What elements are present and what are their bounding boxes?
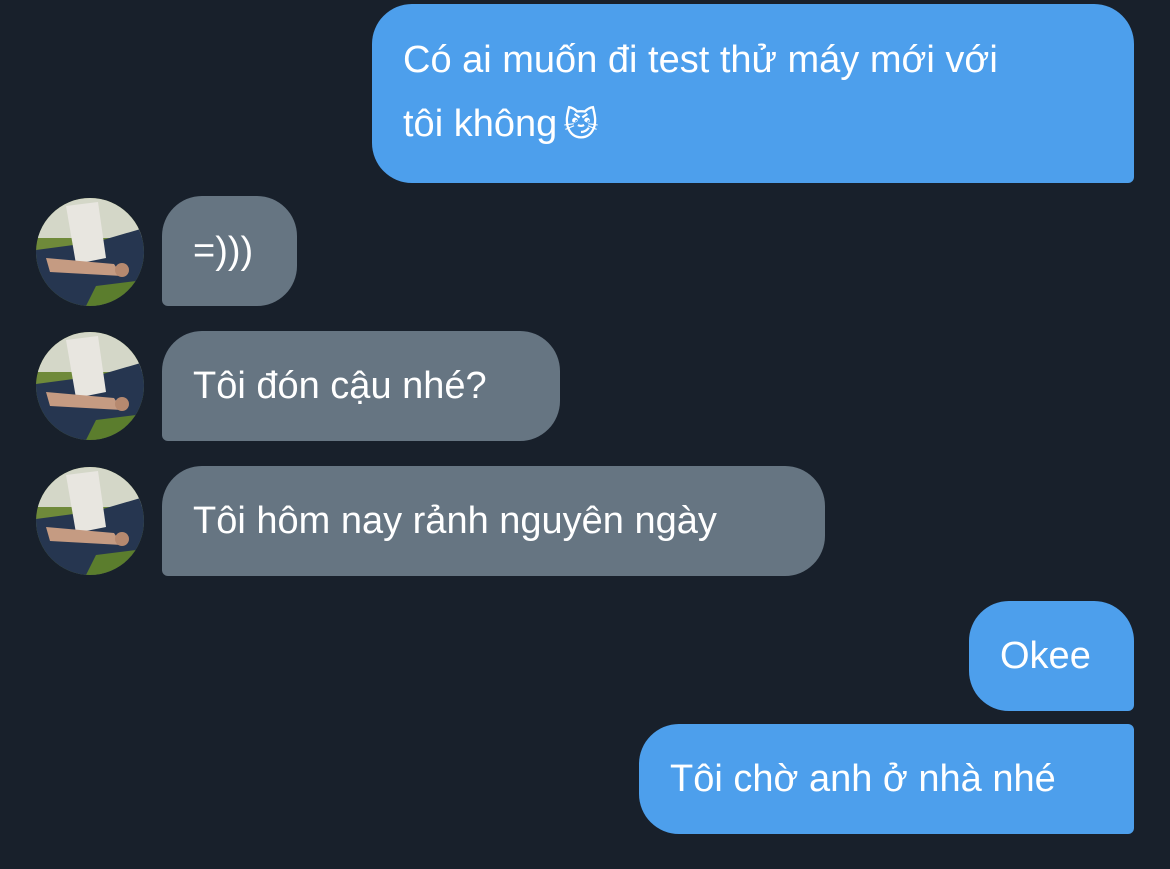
contact-avatar[interactable] [36,198,144,306]
message-text: Tôi đón cậu nhé? [193,365,487,407]
message-text: Okee [1000,635,1091,677]
contact-avatar[interactable] [36,467,144,575]
message-text-line2: tôi không 😼 [403,103,599,145]
incoming-message-bubble[interactable]: Tôi đón cậu nhé? [162,331,560,441]
smirking-cat-emoji-icon: 😼 [563,105,599,145]
message-text: Có ai muốn đi test thử máy mới với [403,39,998,81]
message-text: =))) [193,230,254,272]
outgoing-message-bubble[interactable]: Okee [969,601,1134,711]
incoming-message-bubble[interactable]: =))) [162,196,297,306]
incoming-message-bubble[interactable]: Tôi hôm nay rảnh nguyên ngày [162,466,825,576]
outgoing-message-bubble[interactable]: Tôi chờ anh ở nhà nhé [639,724,1134,834]
chat-thread: Có ai muốn đi test thử máy mới với tôi k… [0,0,1170,869]
message-text: Tôi chờ anh ở nhà nhé [670,758,1056,800]
outgoing-message-bubble[interactable]: Có ai muốn đi test thử máy mới với tôi k… [372,4,1134,183]
message-text: Tôi hôm nay rảnh nguyên ngày [193,500,717,542]
contact-avatar[interactable] [36,332,144,440]
